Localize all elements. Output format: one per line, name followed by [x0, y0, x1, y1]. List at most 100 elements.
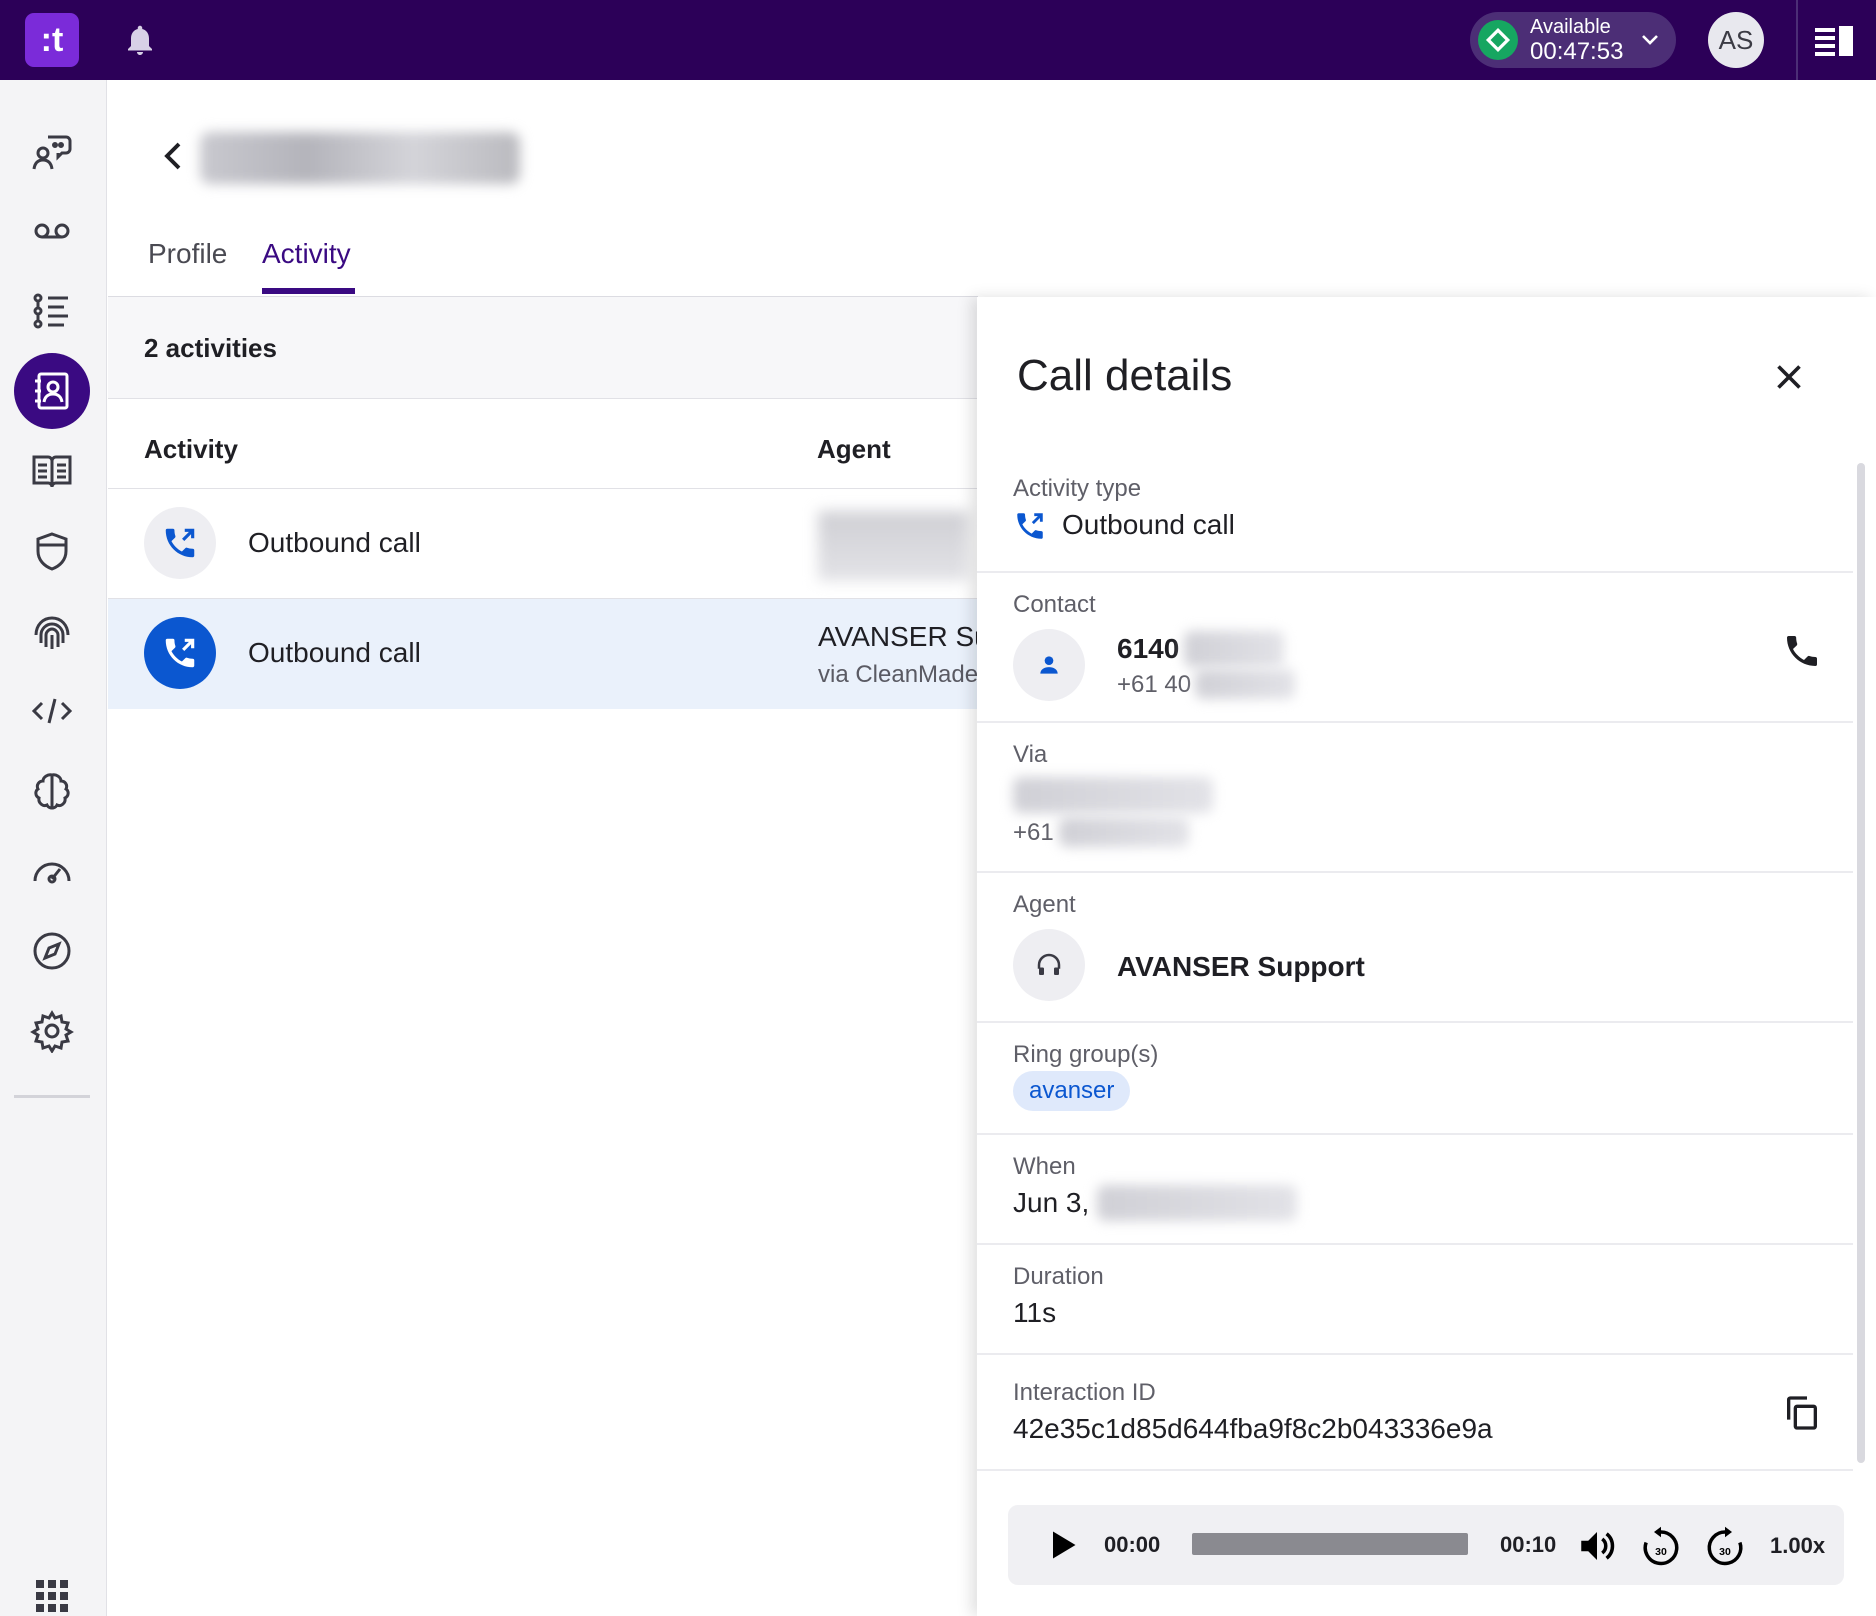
sidebar-item-ai[interactable] — [14, 753, 90, 829]
interaction-id-section: Interaction ID 42e35c1d85d644fba9f8c2b04… — [977, 1355, 1853, 1471]
status-label: Available — [1530, 16, 1611, 38]
contact-avatar[interactable] — [1013, 629, 1085, 701]
sidebar-item-developer[interactable] — [14, 673, 90, 749]
sidebar-item-queue-list[interactable] — [14, 273, 90, 349]
agent-name: AVANSER Support — [1117, 951, 1365, 982]
via-phone: +61 — [1013, 819, 1054, 846]
forward-seconds: 30 — [1719, 1546, 1731, 1558]
voicemail-icon — [34, 223, 70, 239]
contact-phone-redacted — [1195, 669, 1295, 699]
sidebar-nav — [0, 80, 107, 1616]
agent-avatar — [1013, 929, 1085, 1001]
row-agent-redacted — [818, 511, 968, 581]
sidebar-item-dashboard[interactable] — [14, 833, 90, 909]
code-icon — [31, 698, 73, 724]
contact-section: Contact 6140 +61 40 — [977, 573, 1853, 723]
sidebar-item-identity[interactable] — [14, 593, 90, 669]
sidebar-item-contacts[interactable] — [14, 353, 90, 429]
duration-section: Duration 11s — [977, 1245, 1853, 1355]
back-arrow-icon[interactable] — [155, 138, 191, 174]
row-activity-label: Outbound call — [248, 527, 421, 558]
close-icon[interactable] — [1771, 359, 1807, 395]
contacts-book-icon — [35, 372, 69, 410]
settings-gear-icon — [30, 1010, 74, 1053]
outbound-call-icon — [165, 638, 195, 668]
sidebar-item-explore[interactable] — [14, 913, 90, 989]
via-name-redacted — [1013, 777, 1213, 813]
row-agent-name: AVANSER Su — [818, 621, 990, 652]
row-agent-via: via CleanMade — [818, 661, 979, 688]
user-avatar[interactable]: AS — [1708, 12, 1764, 68]
forward-30-icon[interactable]: 30 — [1704, 1525, 1746, 1567]
row-activity-label: Outbound call — [248, 637, 421, 668]
when-label: When — [1013, 1153, 1076, 1180]
sidebar-item-knowledge[interactable] — [14, 433, 90, 509]
tab-activity[interactable]: Activity — [262, 238, 351, 270]
knowledge-book-icon — [32, 455, 72, 488]
rewind-seconds: 30 — [1655, 1546, 1667, 1558]
via-phone-redacted — [1059, 817, 1189, 847]
sidebar-item-security[interactable] — [14, 513, 90, 589]
ring-group-chip[interactable]: avanser — [1013, 1071, 1131, 1111]
duration-label: Duration — [1013, 1263, 1104, 1290]
volume-icon[interactable] — [1576, 1525, 1618, 1567]
notifications-bell-icon[interactable] — [122, 20, 158, 60]
activity-summary-bar: 2 activities — [108, 297, 978, 399]
sidebar-item-voicemail[interactable] — [14, 193, 90, 269]
activity-count: 2 activities — [144, 333, 277, 363]
contact-name: 6140 — [1117, 633, 1180, 664]
chevron-down-icon — [1642, 35, 1658, 45]
when-value: Jun 3, — [1013, 1187, 1090, 1218]
player-current-time: 00:00 — [1104, 1532, 1161, 1557]
tab-profile[interactable]: Profile — [148, 238, 227, 270]
copy-icon[interactable] — [1782, 1393, 1822, 1433]
row-icon-container — [144, 617, 216, 689]
playback-speed-button[interactable]: 1.00x — [1770, 1533, 1825, 1559]
side-panel-toggle-icon[interactable] — [1815, 24, 1855, 56]
ring-group-label: Ring group(s) — [1013, 1041, 1159, 1068]
play-icon[interactable] — [1044, 1527, 1080, 1563]
call-details-panel: Call details Activity type Outbound call… — [977, 297, 1876, 1616]
audio-player: 00:00 00:10 30 30 1.00x — [1008, 1505, 1844, 1585]
sidebar-item-conversations[interactable] — [14, 113, 90, 189]
sidebar-item-apps[interactable] — [14, 1558, 90, 1616]
interaction-id-value: 42e35c1d85d644fba9f8c2b043336e9a — [1013, 1413, 1493, 1444]
sidebar-item-settings[interactable] — [14, 993, 90, 1069]
row-icon-container — [144, 507, 216, 579]
activity-type-value: Outbound call — [1062, 509, 1235, 540]
agent-label: Agent — [1013, 891, 1076, 918]
call-contact-icon[interactable] — [1782, 631, 1822, 671]
status-timer: 00:47:53 — [1530, 38, 1624, 65]
topbar-divider — [1796, 0, 1798, 80]
when-section: When Jun 3, — [977, 1135, 1853, 1245]
player-progress-track[interactable] — [1192, 1533, 1468, 1555]
outbound-call-icon — [1017, 513, 1043, 539]
via-section: Via +61 — [977, 723, 1853, 873]
column-header-agent[interactable]: Agent — [817, 434, 891, 465]
brain-icon — [34, 773, 70, 810]
headset-icon — [1037, 953, 1061, 975]
top-bar: :t Available 00:47:53 AS — [0, 0, 1876, 80]
duration-value: 11s — [1013, 1297, 1057, 1328]
contact-label: Contact — [1013, 591, 1096, 618]
panel-scrollbar[interactable] — [1857, 463, 1865, 1463]
sidebar-separator — [14, 1095, 90, 1098]
contact-phone: +61 40 — [1117, 671, 1192, 698]
table-row[interactable]: Outbound call — [108, 489, 978, 599]
activity-type-label: Activity type — [1013, 475, 1142, 502]
contact-name-redacted — [1184, 631, 1284, 667]
column-header-activity[interactable]: Activity — [144, 434, 238, 465]
via-label: Via — [1013, 741, 1048, 768]
activity-type-section: Activity type Outbound call — [977, 457, 1853, 573]
rewind-30-icon[interactable]: 30 — [1640, 1525, 1682, 1567]
shield-icon — [36, 532, 68, 571]
agent-section: Agent AVANSER Support — [977, 873, 1853, 1023]
when-time-redacted — [1097, 1185, 1297, 1221]
app-logo[interactable]: :t — [25, 13, 79, 67]
fingerprint-icon — [34, 616, 70, 649]
availability-status-button[interactable]: Available 00:47:53 — [1470, 12, 1676, 68]
outbound-call-icon — [165, 528, 195, 558]
apps-grid-icon — [36, 1580, 68, 1612]
panel-title: Call details — [1017, 351, 1233, 400]
table-row-selected[interactable]: Outbound call AVANSER Su via CleanMade — [108, 599, 990, 709]
